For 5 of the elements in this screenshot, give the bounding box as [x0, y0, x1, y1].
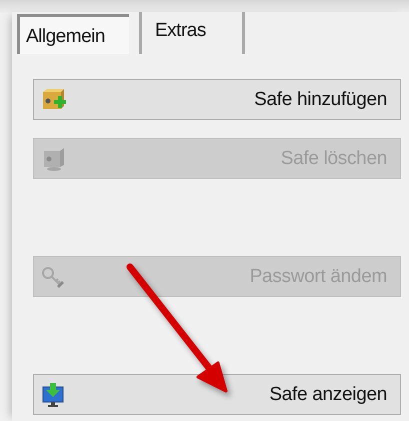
action-button[interactable]: Safe anzeigen [33, 374, 401, 415]
tab[interactable]: Allgemein [17, 14, 129, 54]
action-button[interactable]: Safe hinzufügen [33, 79, 401, 120]
tab[interactable]: Extras [139, 12, 245, 54]
monitor-download-icon [40, 382, 66, 408]
